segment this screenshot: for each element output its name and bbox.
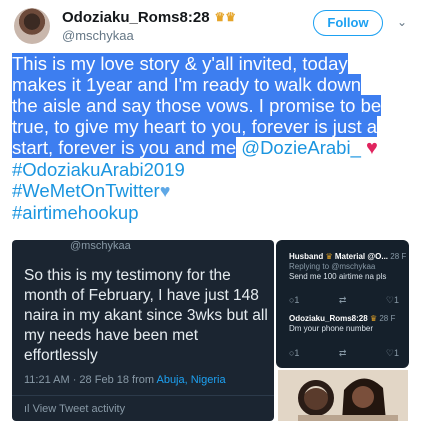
tweet-line: true, to give my heart to you, forever i… [12, 116, 378, 137]
embedded-tweet-time: 11:21 AM · 28 Feb 18 from [24, 374, 155, 386]
chevron-down-icon[interactable]: ⌄ [397, 15, 407, 29]
couple-photo [278, 370, 408, 421]
crown-icon: ♛ [369, 314, 378, 323]
reply-author: Husband [289, 252, 324, 261]
couple-photo-illustration [278, 370, 408, 421]
blue-heart-icon: ♥ [159, 181, 171, 201]
like-icon: ♡1 [385, 348, 399, 358]
hashtag-link[interactable]: #OdoziakuArabi2019 [12, 159, 185, 180]
embedded-tweet-location: Abuja, Nigeria [156, 374, 226, 386]
tweet-line: start, forever is you and me [12, 137, 237, 158]
reply-icon: ○1 [289, 295, 300, 305]
embedded-tweet-body: So this is my testimony for the month of… [24, 267, 268, 364]
mention-link[interactable]: @DozieArabi_ [241, 137, 361, 158]
reply-item: Odoziaku_Roms8:28 ♛ 28 F Dm your phone n… [289, 314, 395, 334]
view-tweet-activity: ıl View Tweet activity [24, 403, 125, 415]
crown-icon: ♛ [325, 252, 333, 261]
retweet-icon: ⇄ [338, 348, 347, 358]
tweet-text: This is my love story & y'all invited, t… [12, 53, 417, 223]
tweet-line: makes it 1year and I'm ready to walk dow… [12, 74, 362, 95]
reply-text: Dm your phone number [289, 324, 374, 333]
reply-item: Husband ♛ Material @O... 28 F Replying t… [289, 252, 406, 282]
divider [12, 395, 274, 396]
view-tweet-activity-label: View Tweet activity [32, 403, 126, 415]
reply-actions: ○1 ⇄ ♡1 [289, 348, 399, 359]
author-name[interactable]: Odoziaku_Roms8:28 ♛♛ [62, 9, 236, 26]
reply-date: 28 F [379, 314, 396, 323]
red-heart-icon: ♥ [366, 137, 378, 159]
avatar[interactable] [14, 8, 50, 44]
reply-replying-to: Replying to @mschykaa [289, 262, 376, 271]
reply-author: Odoziaku_Roms8:28 [289, 314, 368, 323]
embedded-handle: @mschykaa [70, 240, 131, 252]
follow-button[interactable]: Follow [313, 10, 383, 36]
reply-icon: ○1 [289, 348, 300, 358]
replies-screenshot: Husband ♛ Material @O... 28 F Replying t… [276, 240, 409, 368]
crown-icon: ♛♛ [214, 10, 237, 24]
hashtag-link[interactable]: #airtimehookup [12, 202, 139, 223]
tweet-line: This is my love story & y'all invited, t… [12, 53, 348, 74]
tweet-line: the aisle and say those vows. I promise … [12, 95, 382, 116]
embedded-tweet-meta: 11:21 AM · 28 Feb 18 from Abuja, Nigeria [24, 374, 226, 386]
reply-actions: ○1 ⇄ ♡1 [289, 295, 399, 306]
reply-date: 28 F [390, 252, 407, 261]
hashtag-link[interactable]: #WeMetOnTwitter [12, 180, 160, 201]
embedded-tweet-screenshot: @mschykaa So this is my testimony for th… [12, 240, 274, 421]
author-handle[interactable]: @mschykaa [62, 28, 134, 43]
reply-author-suffix: Material @O... [334, 252, 389, 261]
retweet-icon: ⇄ [338, 295, 347, 305]
bar-chart-icon: ıl [24, 403, 30, 415]
reply-text: Send me 100 airtime na pls [289, 272, 387, 281]
like-icon: ♡1 [385, 295, 399, 305]
author-name-text[interactable]: Odoziaku_Roms8:28 [62, 9, 210, 26]
